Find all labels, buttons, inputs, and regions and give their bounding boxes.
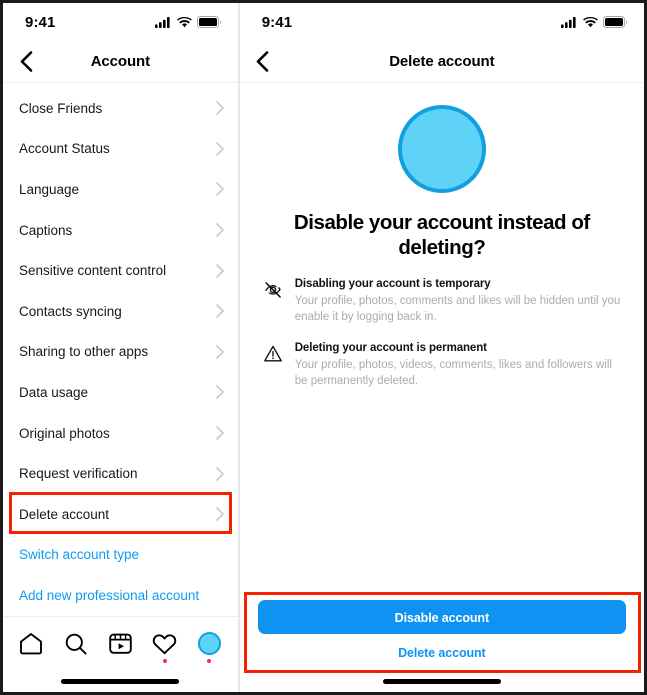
chevron-right-icon: [215, 507, 224, 522]
cellular-signal-icon: [154, 16, 170, 28]
list-item-label: Data usage: [19, 384, 89, 400]
notification-badge-dot: [162, 658, 167, 663]
phone-screen-delete-account: 9:41 Delete account Disable your account…: [239, 3, 644, 692]
chevron-right-icon: [215, 426, 224, 440]
action-buttons-area: Disable account Delete account: [240, 589, 644, 673]
avatar: [197, 632, 221, 655]
info-description: Your profile, photos, videos, comments, …: [294, 358, 612, 387]
search-icon[interactable]: [56, 626, 96, 662]
list-item-label: Delete account: [19, 506, 110, 522]
chevron-right-icon: [215, 466, 224, 481]
wifi-icon: [583, 16, 598, 27]
page-title: Account: [90, 53, 151, 70]
reels-icon[interactable]: [100, 626, 140, 662]
sidebar-item-sensitive-content-control[interactable]: Sensitive content control: [3, 250, 238, 291]
sidebar-item-contacts-syncing[interactable]: Contacts syncing: [3, 291, 238, 332]
sidebar-item-sharing-to-other-apps[interactable]: Sharing to other apps: [3, 332, 238, 373]
delete-account-button[interactable]: Delete account: [258, 645, 626, 661]
chevron-right-icon: [215, 182, 224, 197]
info-text-block: Deleting your account is permanent Your …: [295, 342, 622, 390]
sidebar-item-original-photos[interactable]: Original photos: [3, 413, 238, 454]
battery-icon: [196, 16, 221, 28]
sidebar-item-profile[interactable]: [189, 626, 229, 663]
sidebar-item-switch-account-type[interactable]: Switch account type: [3, 535, 238, 576]
status-bar: 9:41: [240, 3, 644, 41]
warning-triangle-icon: [262, 342, 284, 390]
sidebar-item-account-status[interactable]: Account Status: [3, 129, 238, 170]
status-icons-group: [154, 16, 222, 28]
heart-icon[interactable]: [145, 626, 185, 663]
eye-slash-icon: [262, 278, 284, 326]
sidebar-item-language[interactable]: Language: [3, 169, 238, 210]
status-time: 9:41: [25, 13, 56, 31]
nav-header: Delete account: [239, 41, 644, 83]
battery-icon: [603, 16, 627, 28]
chevron-left-icon[interactable]: [13, 49, 39, 75]
avatar: [397, 105, 486, 193]
home-indicator-area: [3, 670, 238, 692]
status-icons-group: [561, 16, 628, 28]
home-indicator[interactable]: [382, 678, 501, 684]
list-item-label: Add new professional account: [19, 587, 200, 603]
page-heading: Disable your account instead of deleting…: [293, 211, 590, 259]
list-item-label: Sharing to other apps: [19, 344, 149, 360]
chevron-right-icon: [215, 304, 224, 319]
list-item-label: Contacts syncing: [19, 303, 122, 319]
list-item-label: Language: [19, 181, 80, 197]
sidebar-item-request-verification[interactable]: Request verification: [3, 453, 238, 494]
info-title: Deleting your account is permanent: [294, 341, 487, 354]
screenshot-root: 9:41 Account Close Friends Account Statu…: [0, 0, 647, 695]
list-item-label: Sensitive content control: [19, 263, 167, 279]
list-item-label: Close Friends: [19, 100, 103, 116]
wifi-icon: [176, 16, 192, 27]
chevron-right-icon: [215, 101, 224, 116]
chevron-left-icon[interactable]: [250, 49, 276, 75]
chevron-right-icon: [215, 142, 224, 156]
sidebar-item-close-friends[interactable]: Close Friends: [3, 88, 238, 129]
info-text-block: Disabling your account is temporary Your…: [295, 278, 622, 326]
list-item-label: Request verification: [19, 466, 138, 482]
disable-account-button[interactable]: Disable account: [257, 600, 626, 634]
chevron-right-icon: [215, 263, 224, 278]
home-icon[interactable]: [11, 626, 51, 662]
avatar-container: [240, 83, 644, 193]
list-item-label: Switch account type: [19, 547, 140, 563]
notification-badge-dot: [207, 658, 212, 663]
chevron-right-icon: [215, 385, 224, 400]
home-indicator-area: [240, 670, 644, 692]
info-list: Disabling your account is temporary Your…: [262, 278, 622, 405]
home-indicator[interactable]: [61, 678, 180, 684]
nav-header: Account: [3, 41, 238, 83]
sidebar-item-captions[interactable]: Captions: [3, 210, 238, 251]
info-title: Disabling your account is temporary: [294, 278, 491, 290]
page-title: Delete account: [389, 53, 495, 70]
list-item: Disabling your account is temporary Your…: [262, 278, 622, 326]
phone-screen-account: 9:41 Account Close Friends Account Statu…: [3, 3, 240, 692]
list-item-label: Account Status: [19, 141, 110, 157]
sidebar-item-data-usage[interactable]: Data usage: [3, 372, 238, 413]
bottom-tab-bar: [3, 616, 238, 670]
chevron-right-icon: [215, 223, 224, 237]
info-description: Your profile, photos, comments and likes…: [294, 295, 621, 324]
chevron-right-icon: [215, 345, 224, 359]
list-item-label: Original photos: [19, 425, 110, 441]
cellular-signal-icon: [561, 16, 576, 28]
status-time: 9:41: [261, 13, 293, 31]
sidebar-item-delete-account[interactable]: Delete account: [3, 494, 238, 535]
list-item: Deleting your account is permanent Your …: [262, 342, 622, 390]
delete-account-body: Disable your account instead of deleting…: [240, 83, 644, 589]
status-bar: 9:41: [3, 3, 238, 41]
list-item-label: Captions: [19, 222, 73, 238]
settings-list: Close Friends Account Status Language Ca…: [3, 83, 238, 616]
sidebar-item-add-new-professional-account[interactable]: Add new professional account: [3, 575, 238, 616]
